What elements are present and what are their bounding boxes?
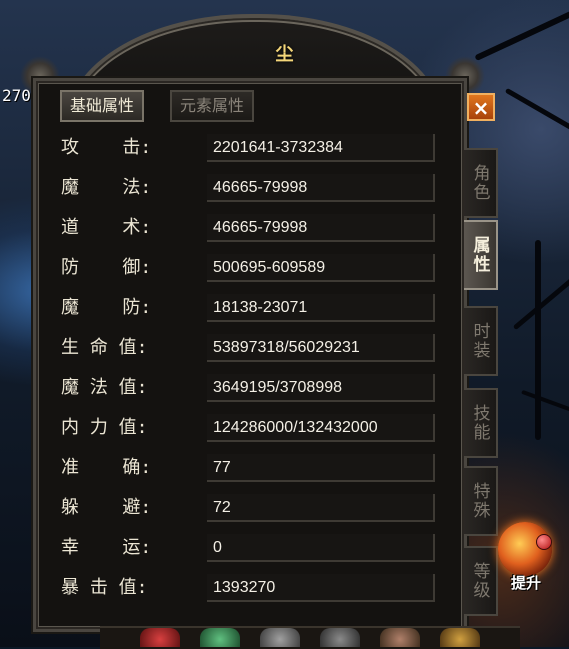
stat-value: 53897318/56029231 [207,334,435,362]
close-button[interactable]: × [467,93,495,121]
gold-item-icon[interactable] [440,628,480,647]
red-gem-icon [536,534,552,550]
side-tab-special[interactable]: 特殊 [464,466,498,536]
stat-value: 2201641-3732384 [207,134,435,162]
skull-icon[interactable] [260,628,300,647]
stat-label: 魔 法 值: [61,377,148,398]
stat-label: 暴 击 值: [61,577,148,598]
stat-label: 内 力 值: [61,417,148,438]
side-tab-attributes[interactable]: 属性 [464,220,498,290]
character-name-title: 尘 [275,44,294,65]
stat-label: 躲 避: [61,497,152,518]
stat-row-luck: 幸 运: 0 [57,533,437,563]
stat-row-mp: 魔 法 值: 3649195/3708998 [57,373,437,403]
upgrade-label: 提升 [510,574,541,592]
side-tab-role[interactable]: 角色 [464,148,498,218]
scroll-icon[interactable] [380,628,420,647]
stat-label: 道 术: [61,217,152,238]
stat-row-magic-defense: 魔 防: 18138-23071 [57,293,437,323]
stat-value: 18138-23071 [207,294,435,322]
stat-label: 魔 法: [61,177,152,198]
stat-value: 500695-609589 [207,254,435,282]
stat-label: 幸 运: [61,537,152,558]
stat-row-attack: 攻 击: 2201641-3732384 [57,133,437,163]
stat-value: 72 [207,494,435,522]
stat-value: 46665-79998 [207,214,435,242]
green-orb-icon[interactable] [200,628,240,647]
stat-row-crit: 暴 击 值: 1393270 [57,573,437,603]
stat-row-defense: 防 御: 500695-609589 [57,253,437,283]
stat-row-magic: 魔 法: 46665-79998 [57,173,437,203]
stat-value: 3649195/3708998 [207,374,435,402]
tab-basic-attributes[interactable]: 基础属性 [60,90,145,122]
stat-label: 生 命 值: [61,337,148,358]
stat-row-accuracy: 准 确: 77 [57,453,437,483]
stat-row-dodge: 躲 避: 72 [57,493,437,523]
close-icon: × [472,96,490,120]
stat-row-hp: 生 命 值: 53897318/56029231 [57,333,437,363]
stat-row-inner-power: 内 力 值: 124286000/132432000 [57,413,437,443]
side-tab-skills[interactable]: 技能 [464,388,498,458]
side-tab-level[interactable]: 等级 [464,546,498,616]
stat-value: 0 [207,534,435,562]
stat-label: 魔 防: [61,297,152,318]
red-potion-icon[interactable] [140,628,180,647]
stat-value: 1393270 [207,574,435,602]
stat-value: 46665-79998 [207,174,435,202]
tab-element-attributes[interactable]: 元素属性 [170,90,255,122]
side-tab-fashion[interactable]: 时装 [464,306,498,376]
stat-value: 77 [207,454,435,482]
armor-icon[interactable] [320,628,360,647]
upgrade-button[interactable]: 提升 [496,522,556,592]
stat-label: 攻 击: [61,137,152,158]
stat-value: 124286000/132432000 [207,414,435,442]
stat-row-taoism: 道 术: 46665-79998 [57,213,437,243]
stat-label: 防 御: [61,257,152,278]
stat-label: 准 确: [61,457,152,478]
